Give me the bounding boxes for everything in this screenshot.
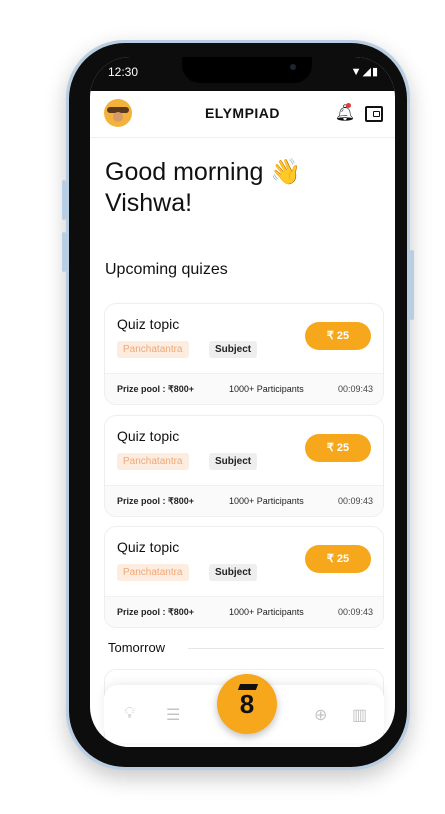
divider — [188, 648, 384, 649]
quiz-subject-tag: Subject — [209, 341, 258, 358]
home-logo-button[interactable]: 8 — [217, 674, 277, 734]
bulb-icon[interactable]: 💡︎ — [124, 705, 135, 723]
wave-icon: 👋 — [270, 158, 302, 186]
tomorrow-heading: Tomorrow — [108, 640, 166, 655]
app-bar: ELYMPIAD 🔔︎ — [90, 91, 395, 138]
greeting-line1: Good morning — [105, 158, 264, 186]
camera-icon — [290, 64, 296, 70]
globe-icon[interactable]: ⊕ — [314, 705, 327, 725]
greeting-name: Vishwa! — [105, 189, 193, 217]
home-logo-icon: 8 — [239, 689, 255, 719]
notch — [182, 57, 312, 83]
prize-pool: Prize pool : ₹800+ — [117, 384, 195, 394]
quiz-price-button[interactable]: ₹ 25 — [305, 434, 371, 462]
quiz-timer: 00:09:43 — [337, 496, 373, 506]
status-bar: 12:30 ▼◢▮ — [90, 57, 395, 91]
quiz-card-footer: Prize pool : ₹800+ 1000+ Participants 00… — [105, 373, 383, 404]
wallet-icon[interactable] — [365, 106, 383, 122]
quiz-topic: Quiz topic — [117, 539, 180, 555]
quiz-timer: 00:09:43 — [337, 384, 373, 394]
quiz-topic: Quiz topic — [117, 428, 180, 444]
volume-up-button — [62, 180, 66, 220]
quiz-subject-tag: Subject — [209, 564, 258, 581]
quiz-card[interactable]: Quiz topic Panchatantra Subject ₹ 25 Pri… — [104, 415, 384, 517]
quiz-card[interactable]: Quiz topic Panchatantra Subject ₹ 25 Pri… — [104, 303, 384, 405]
status-time: 12:30 — [108, 65, 139, 79]
notification-bell-icon[interactable]: 🔔︎ — [335, 103, 355, 123]
quiz-timer: 00:09:43 — [337, 607, 373, 617]
participants: 1000+ Participants — [229, 607, 304, 617]
quiz-subject-tag: Subject — [209, 453, 258, 470]
participants: 1000+ Participants — [229, 384, 304, 394]
participants: 1000+ Participants — [229, 496, 304, 506]
system-status-icons: ▼◢▮ — [350, 66, 379, 78]
quiz-price-button[interactable]: ₹ 25 — [305, 322, 371, 350]
quiz-tag: Panchatantra — [117, 453, 189, 470]
quiz-tag: Panchatantra — [117, 341, 189, 358]
quiz-card-footer: Prize pool : ₹800+ 1000+ Participants 00… — [105, 485, 383, 516]
phone-screen: 12:30 ▼◢▮ ELYMPIAD 🔔︎ Good morning 👋 Vis… — [90, 57, 395, 747]
notification-dot — [345, 103, 351, 108]
prize-pool: Prize pool : ₹800+ — [117, 607, 195, 617]
leaderboard-icon[interactable]: ▥ — [352, 705, 367, 725]
graduation-cap-icon — [237, 684, 259, 690]
quiz-topic: Quiz topic — [117, 316, 180, 332]
chat-icon[interactable]: ☰ — [166, 705, 180, 725]
power-button — [410, 250, 414, 320]
quiz-price-button[interactable]: ₹ 25 — [305, 545, 371, 573]
upcoming-quizzes-heading: Upcoming quizes — [105, 261, 228, 278]
greeting: Good morning 👋 Vishwa! — [105, 157, 385, 219]
quiz-card[interactable]: Quiz topic Panchatantra Subject ₹ 25 Pri… — [104, 526, 384, 628]
volume-down-button — [62, 232, 66, 272]
quiz-tag: Panchatantra — [117, 564, 189, 581]
quiz-card-footer: Prize pool : ₹800+ 1000+ Participants 00… — [105, 596, 383, 627]
prize-pool: Prize pool : ₹800+ — [117, 496, 195, 506]
